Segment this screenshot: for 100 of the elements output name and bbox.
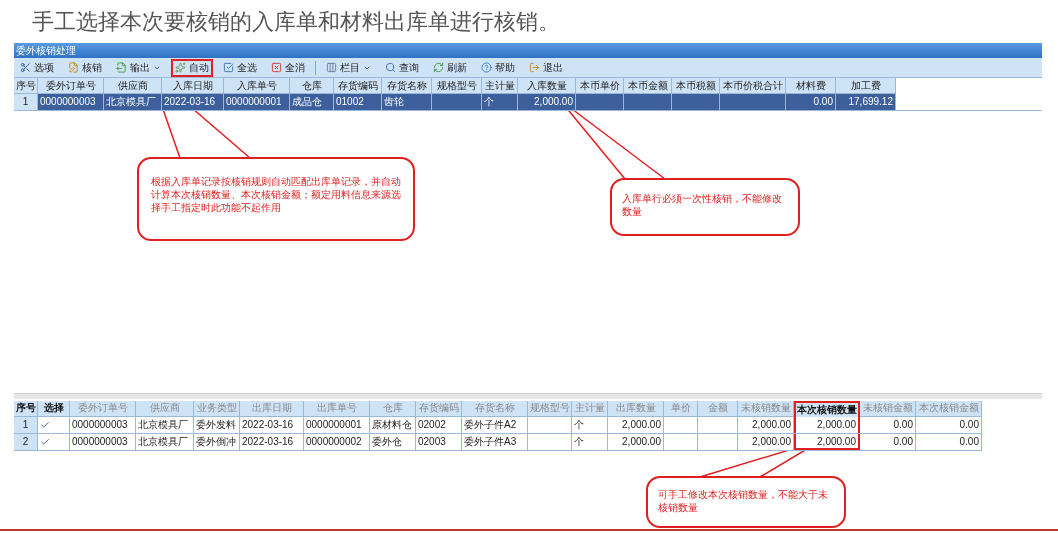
table-cell: 北京模具厂	[136, 434, 194, 450]
table-cell: 0000000001	[304, 417, 370, 433]
exit-icon	[529, 62, 540, 73]
callout-note: 入库单行必须一次性核销，不能修改数量	[610, 178, 800, 236]
column-header: 存货名称	[382, 78, 432, 94]
check-icon[interactable]	[40, 437, 50, 447]
table-cell: 齿轮	[382, 94, 432, 110]
column-header: 仓库	[370, 401, 416, 417]
table-cell: 2,000.00	[608, 434, 664, 450]
column-header: 本币税额	[672, 78, 720, 94]
column-header: 序号	[14, 401, 38, 417]
table-cell: 2,000.00	[518, 94, 576, 110]
page-title: 手工选择本次要核销的入库单和材料出库单进行核销。	[31, 8, 560, 36]
cross-box-icon	[271, 62, 282, 73]
table-cell: 委外子件A3	[462, 434, 528, 450]
column-header: 入库单号	[224, 78, 290, 94]
column-header: 存货名称	[462, 401, 528, 417]
table-cell: 02003	[416, 434, 462, 450]
column-header: 未核销金额	[860, 401, 916, 417]
column-header: 金额	[698, 401, 738, 417]
table-cell: 0000000003	[70, 434, 136, 450]
help-icon	[481, 62, 492, 73]
column-header: 规格型号	[528, 401, 572, 417]
column-header: 单价	[664, 401, 698, 417]
refresh-icon	[433, 62, 444, 73]
column-header: 出库数量	[608, 401, 664, 417]
table-cell: 原材料仓	[370, 417, 416, 433]
column-header: 仓库	[290, 78, 334, 94]
table-cell: 0000000003	[70, 417, 136, 433]
table-cell: 1	[14, 417, 38, 433]
table-cell: 委外倒冲	[194, 434, 240, 450]
table-cell: 0000000003	[38, 94, 104, 110]
table-cell: 01002	[334, 94, 382, 110]
toolbar-button[interactable]: 刷新	[429, 58, 471, 77]
toolbar-button[interactable]: 全选	[219, 58, 261, 77]
table-cell: 0000000001	[224, 94, 290, 110]
column-header: 选择	[38, 401, 70, 417]
column-header: 入库数量	[518, 78, 576, 94]
column-header: 出库单号	[304, 401, 370, 417]
toolbar-button[interactable]: 查询	[381, 58, 423, 77]
table-cell: 委外仓	[370, 434, 416, 450]
column-header: 本币金额	[624, 78, 672, 94]
table-cell: 02002	[416, 417, 462, 433]
toolbar-button[interactable]: 选项	[16, 58, 58, 77]
column-header: 入库日期	[162, 78, 224, 94]
column-header: 材料费	[786, 78, 836, 94]
toolbar-button[interactable]: 自动	[171, 58, 213, 77]
toolbar-button[interactable]: 帮助	[477, 58, 519, 77]
toolbar-button[interactable]: 核销	[64, 58, 106, 77]
callout-note: 根据入库单记录按核销规则自动匹配出库单记录，并自动计算本次核销数量、本次核销金额；额定用料信息来源选择手工指定时此功能不起作用	[137, 157, 415, 241]
table-cell: 0.00	[860, 434, 916, 450]
table-row[interactable]: 1 0000000003 北京模具厂 2022-03-16 0000000001 成品仓 01002 齿轮 个 2,000.00 0.00 17,699.12	[14, 94, 896, 110]
table-cell: 成品仓	[290, 94, 334, 110]
column-header: 序号	[14, 78, 38, 94]
column-header: 存货编码	[416, 401, 462, 417]
table-cell: 委外子件A2	[462, 417, 528, 433]
search-icon	[385, 62, 396, 73]
sparkle-icon	[175, 62, 186, 73]
table-cell: 个	[572, 434, 608, 450]
column-header: 出库日期	[240, 401, 304, 417]
table-cell: 0000000002	[304, 434, 370, 450]
document-pen-icon	[68, 62, 79, 73]
column-header: 供应商	[104, 78, 162, 94]
table-cell: 2,000.00	[738, 417, 794, 433]
callout-note: 可手工修改本次核销数量，不能大于未核销数量	[646, 476, 846, 528]
table-cell: 2022-03-16	[240, 417, 304, 433]
window-title: 委外核销处理	[14, 43, 1042, 58]
checkbox-icon	[223, 62, 234, 73]
table-cell: 个	[572, 417, 608, 433]
toolbar-button[interactable]: 输出	[112, 58, 165, 77]
toolbar-button[interactable]: 退出	[525, 58, 567, 77]
column-header: 加工费	[836, 78, 896, 94]
check-icon[interactable]	[40, 420, 50, 430]
document-arrow-icon	[116, 62, 127, 73]
scissors-icon	[20, 62, 31, 73]
table-cell: 2	[14, 434, 38, 450]
table-cell: 1	[14, 94, 38, 110]
column-header: 未核销数量	[738, 401, 794, 417]
table-cell: 个	[482, 94, 518, 110]
table-cell: 2,000.00	[738, 434, 794, 450]
table-cell: 17,699.12	[836, 94, 896, 110]
column-header: 规格型号	[432, 78, 482, 94]
table-cell: 2022-03-16	[240, 434, 304, 450]
table-cell: 0.00	[916, 434, 982, 450]
column-header: 本次核销金额	[916, 401, 982, 417]
column-header: 委外订单号	[70, 401, 136, 417]
table-cell: 北京模具厂	[104, 94, 162, 110]
table-cell: 委外发料	[194, 417, 240, 433]
toolbar-button[interactable]: 栏目	[322, 58, 375, 77]
column-header: 业务类型	[194, 401, 240, 417]
table-cell: 2,000.00	[608, 417, 664, 433]
column-header: 主计量	[482, 78, 518, 94]
toolbar-button[interactable]: 全消	[267, 58, 309, 77]
columns-icon	[326, 62, 337, 73]
column-header: 本次核销数量	[794, 401, 860, 417]
column-header: 委外订单号	[38, 78, 104, 94]
column-header: 主计量	[572, 401, 608, 417]
table-cell: 2022-03-16	[162, 94, 224, 110]
table-cell: 0.00	[860, 417, 916, 433]
table-cell: 0.00	[786, 94, 836, 110]
